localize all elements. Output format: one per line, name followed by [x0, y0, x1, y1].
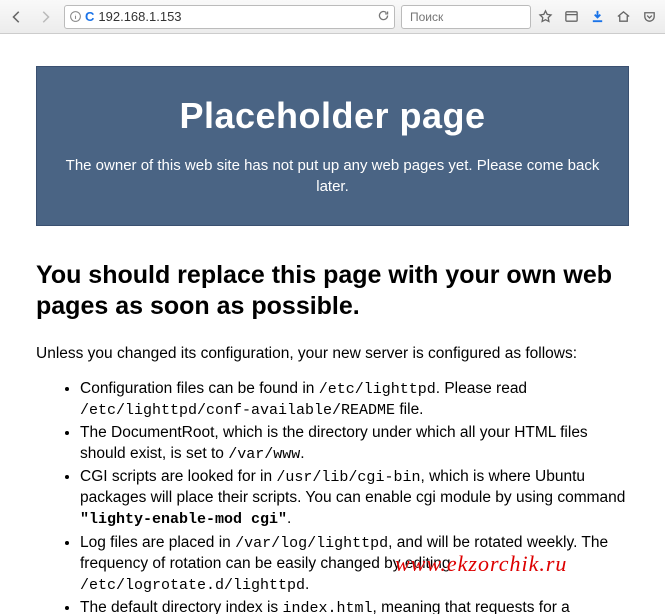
reload-icon-small: C — [85, 9, 94, 24]
config-list: Configuration files can be found in /etc… — [36, 379, 629, 614]
banner: Placeholder page The owner of this web s… — [36, 66, 629, 226]
bookmarks-menu-icon[interactable] — [559, 4, 583, 30]
search-bar[interactable] — [401, 5, 531, 29]
banner-title: Placeholder page — [55, 95, 610, 137]
home-icon[interactable] — [611, 4, 635, 30]
list-item: Log files are placed in /var/log/lighttp… — [80, 533, 629, 596]
downloads-icon[interactable] — [585, 4, 609, 30]
banner-subtitle: The owner of this web site has not put u… — [55, 155, 610, 197]
intro-text: Unless you changed its configuration, yo… — [36, 345, 629, 363]
forward-button[interactable] — [32, 4, 58, 30]
page-content: Placeholder page The owner of this web s… — [0, 34, 665, 614]
bookmark-star-icon[interactable] — [533, 4, 557, 30]
list-item: Configuration files can be found in /etc… — [80, 379, 629, 422]
url-bar[interactable]: C — [64, 5, 395, 29]
main-heading: You should replace this page with your o… — [36, 260, 629, 323]
reload-button[interactable] — [377, 9, 390, 25]
list-item: CGI scripts are looked for in /usr/lib/c… — [80, 467, 629, 530]
list-item: The default directory index is index.htm… — [80, 598, 629, 614]
back-button[interactable] — [4, 4, 30, 30]
url-input[interactable] — [98, 9, 373, 24]
list-item: The DocumentRoot, which is the directory… — [80, 423, 629, 465]
pocket-icon[interactable] — [637, 4, 661, 30]
browser-toolbar: C — [0, 0, 665, 34]
identity-icon[interactable]: C — [69, 9, 94, 24]
